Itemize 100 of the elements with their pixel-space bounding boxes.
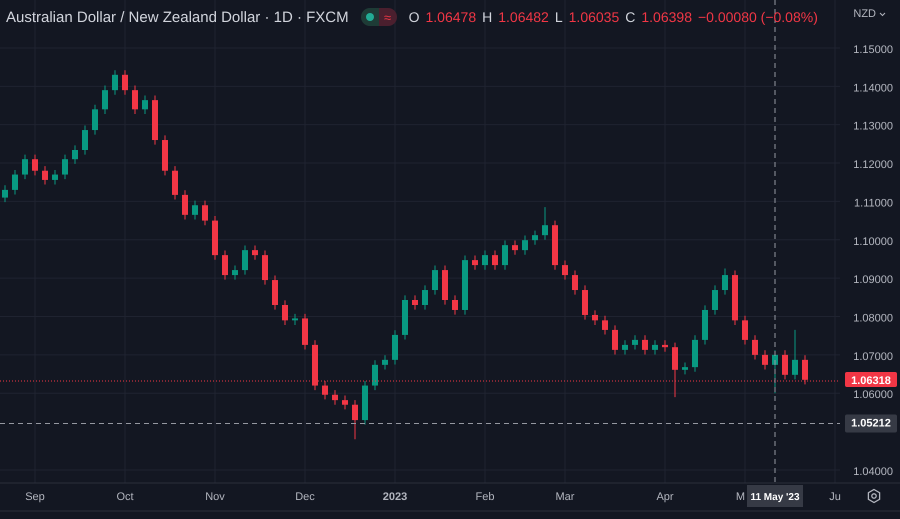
candle — [22, 154, 28, 180]
candle — [272, 274, 278, 310]
time-axis-label: Mar — [556, 491, 574, 503]
candle — [632, 334, 638, 350]
candle — [242, 245, 248, 276]
candle — [332, 390, 338, 406]
candle — [512, 240, 518, 256]
candle — [172, 166, 178, 200]
ref-line-label: 1.06318 — [851, 375, 891, 388]
candle — [82, 124, 88, 156]
candle — [182, 190, 188, 220]
candle — [472, 255, 478, 270]
price-axis-label: 1.12000 — [853, 159, 893, 172]
candle — [152, 95, 158, 146]
candle — [662, 340, 668, 352]
candle — [342, 395, 348, 410]
candle — [252, 245, 258, 260]
time-axis-label: Oct — [116, 491, 134, 503]
candle — [432, 264, 438, 296]
candle — [762, 350, 768, 370]
candle — [752, 334, 758, 360]
candle — [502, 240, 508, 270]
candle — [72, 144, 78, 164]
time-axis-label: Apr — [656, 491, 674, 503]
candle — [542, 206, 548, 240]
candle — [122, 70, 128, 96]
time-axis-label: M — [736, 491, 745, 503]
time-axis-label: Nov — [205, 491, 225, 503]
candle — [202, 200, 208, 226]
candle — [702, 304, 708, 345]
candle — [622, 340, 628, 355]
candle — [452, 294, 458, 316]
candle — [302, 313, 308, 350]
date-label: 11 May '23 — [747, 485, 803, 507]
candle — [572, 270, 578, 296]
candle — [2, 184, 8, 203]
candle — [112, 70, 118, 96]
price-axis-label: 1.07000 — [853, 350, 893, 363]
price-axis-label: 1.15000 — [853, 44, 893, 56]
candle — [742, 315, 748, 345]
candle — [312, 340, 318, 391]
settings-icon[interactable] — [866, 488, 882, 504]
candle — [672, 342, 678, 398]
candle — [582, 284, 588, 320]
candle — [592, 310, 598, 326]
status-badge: ≈ — [378, 8, 397, 26]
candle — [482, 250, 488, 270]
candle — [612, 324, 618, 355]
ohlc-value: 1.06478 — [426, 9, 476, 25]
currency-label[interactable]: NZD — [853, 8, 876, 20]
candle — [262, 250, 268, 286]
ohlc-label: O — [408, 9, 420, 25]
candle — [692, 334, 698, 372]
candle — [492, 250, 498, 270]
candle — [322, 380, 328, 400]
candle — [682, 362, 688, 375]
candle — [722, 268, 728, 296]
candle — [522, 235, 528, 256]
candle — [532, 230, 538, 246]
candle — [732, 270, 738, 326]
candle — [52, 169, 58, 186]
price-axis-label: 1.04000 — [853, 466, 893, 478]
caret-icon[interactable] — [879, 12, 886, 16]
candle — [32, 154, 38, 176]
candle — [372, 360, 378, 391]
candle — [102, 85, 108, 114]
candle — [442, 264, 448, 306]
price-label: 1.05212 — [845, 414, 897, 432]
candle — [412, 294, 418, 310]
price-axis-label: 1.13000 — [853, 120, 893, 133]
candle — [792, 329, 798, 380]
candle — [712, 284, 718, 316]
candle — [142, 95, 148, 114]
candle — [282, 300, 288, 326]
candle — [292, 313, 298, 326]
candle — [382, 354, 388, 370]
candle — [132, 85, 138, 114]
candle — [642, 334, 648, 355]
candle — [362, 380, 368, 426]
candle — [422, 284, 428, 310]
price-change: −0.00080 (−0.08%) — [698, 9, 818, 25]
price-label: 1.06318 — [845, 372, 897, 388]
chart-title: Australian Dollar / New Zealand Dollar · 1D · FXCM — [6, 8, 349, 26]
time-axis-label: Ju — [829, 491, 841, 503]
candle — [602, 315, 608, 336]
candle — [552, 220, 558, 270]
time-axis-label: Dec — [295, 491, 315, 503]
ohlc-label: H — [482, 9, 492, 25]
candle — [352, 400, 358, 440]
candle — [212, 216, 218, 260]
candle — [782, 350, 788, 380]
candle — [462, 255, 468, 316]
candle — [562, 260, 568, 280]
ref-line-label: 1.05212 — [851, 417, 891, 430]
time-axis-label: Feb — [476, 491, 494, 503]
candle — [392, 330, 398, 365]
price-axis-label: 1.14000 — [853, 82, 893, 94]
candle — [652, 340, 658, 355]
candle — [92, 104, 98, 136]
ohlc-value: 1.06035 — [568, 9, 620, 25]
